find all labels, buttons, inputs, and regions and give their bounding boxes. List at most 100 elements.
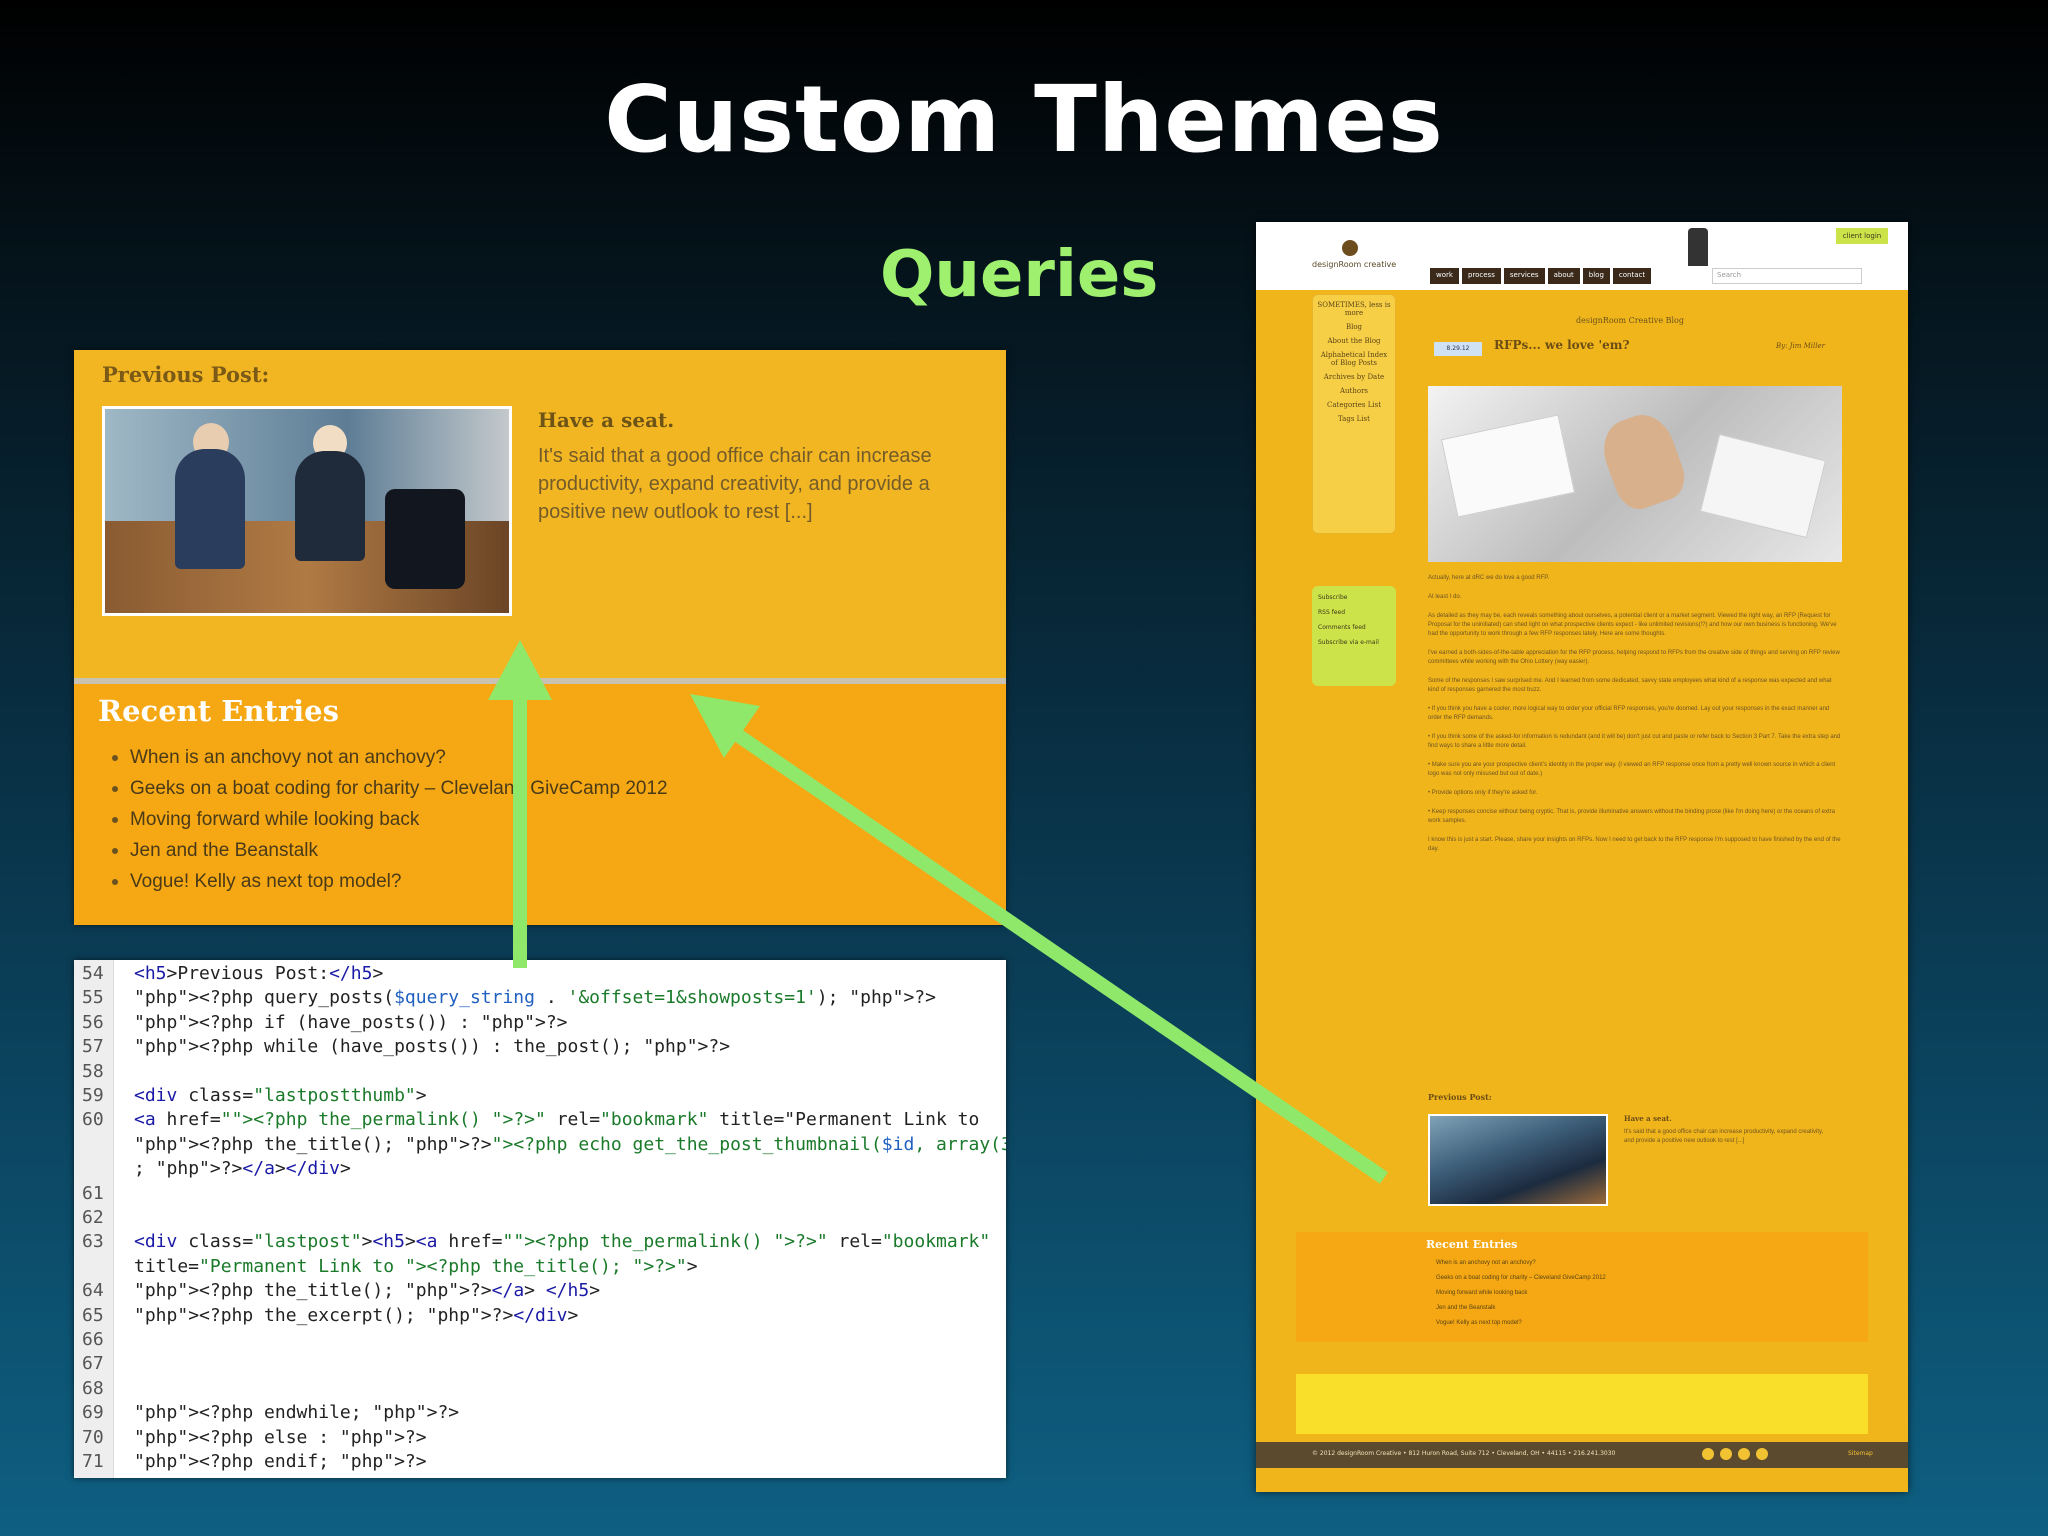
nav-item-work[interactable]: work xyxy=(1430,268,1459,284)
site-logo[interactable]: designRoom creative xyxy=(1312,240,1396,269)
nav-item-about[interactable]: about xyxy=(1547,268,1580,284)
code-line: 56 "php"><?php if (have_posts()) : "php">… xyxy=(74,1011,1006,1035)
line-number: 72 xyxy=(82,1474,112,1478)
line-number: 65 xyxy=(82,1304,104,1326)
code-line: 68 xyxy=(74,1377,1006,1401)
subscribe-box: Subscribe RSS feed Comments feed Subscri… xyxy=(1312,586,1396,686)
code-text: "php"><?php endif; "php">?> xyxy=(134,1451,427,1472)
slide-subtitle-wrap: Queries xyxy=(880,238,1170,318)
code-line: 54 <h5>Previous Post:</h5> xyxy=(74,962,1006,986)
code-text: "php"><?php query_posts($query_string . … xyxy=(134,987,936,1009)
code-text: "php"><?php the_title(); "php">?></a> </… xyxy=(134,1280,601,1302)
code-text: title="Permanent Link to "><?php the_tit… xyxy=(134,1255,698,1277)
image-hand xyxy=(1594,406,1692,516)
recent-entry-link[interactable]: Vogue! Kelly as next top model? xyxy=(1436,1316,1606,1331)
recent-entry-link[interactable]: Geeks on a boat coding for charity – Cle… xyxy=(1436,1271,1606,1286)
post-paragraph: Some of the responses I saw surprised me… xyxy=(1428,678,1832,693)
recent-entry-link[interactable]: Jen and the Beanstalk xyxy=(1436,1301,1606,1316)
sidebar-item-tags[interactable]: Tags List xyxy=(1317,415,1391,423)
sidebar-item-archives[interactable]: Archives by Date xyxy=(1317,373,1391,381)
subscribe-heading: Subscribe xyxy=(1318,594,1348,601)
recent-entry-link[interactable]: When is an anchovy not an anchovy? xyxy=(1436,1256,1606,1271)
full-page-screenshot: designRoom creative work process service… xyxy=(1256,222,1908,1492)
previous-post-thumbnail[interactable] xyxy=(102,406,512,616)
code-text: "php"><?php the_excerpt(); "php">?></div… xyxy=(134,1304,579,1326)
nav-item-services[interactable]: services xyxy=(1503,268,1545,284)
code-line: 62 xyxy=(74,1206,1006,1230)
sidebar-item-authors[interactable]: Authors xyxy=(1317,387,1391,395)
site-nav: work process services about blog contact xyxy=(1430,268,1652,284)
recent-entries-list: When is an anchovy not an anchovy? Geeks… xyxy=(1436,1256,1606,1331)
email-subscribe-link[interactable]: Subscribe via e-mail xyxy=(1318,639,1390,646)
line-number: 63 xyxy=(82,1231,104,1253)
logo-text: designRoom creative xyxy=(1312,260,1397,269)
code-text: "php"><?php the_title(); "php">?>"><?php… xyxy=(134,1133,1006,1155)
previous-post-title[interactable]: Have a seat. xyxy=(1624,1114,1672,1123)
line-number: 62 xyxy=(82,1207,104,1228)
recent-entry-link[interactable]: Jen and the Beanstalk xyxy=(112,835,668,866)
code-line: 61 xyxy=(74,1182,1006,1206)
code-line: "php"><?php the_title(); "php">?>"><?php… xyxy=(74,1133,1006,1157)
comments-feed-link[interactable]: Comments feed xyxy=(1318,624,1390,631)
sidebar-item-about[interactable]: About the Blog xyxy=(1317,337,1391,345)
post-title[interactable]: RFPs... we love 'em? xyxy=(1494,338,1630,352)
logo-mark-icon xyxy=(1342,240,1358,256)
search-input[interactable]: Search xyxy=(1712,268,1862,284)
line-number: 54 xyxy=(82,963,104,984)
code-line: 66 xyxy=(74,1328,1006,1352)
previous-post-thumbnail[interactable] xyxy=(1428,1114,1608,1206)
water-tower-icon xyxy=(1688,228,1708,266)
line-number: 69 xyxy=(82,1402,104,1424)
code-text: <div class="lastpostthumb"> xyxy=(134,1085,427,1106)
code-line: 59 <div class="lastpostthumb"> xyxy=(74,1084,1006,1108)
recent-entries-heading: Recent Entries xyxy=(98,694,339,728)
recent-entry-link[interactable]: When is an anchovy not an anchovy? xyxy=(112,742,668,773)
previous-post-area: Previous Post: Have a seat. It's said th… xyxy=(74,350,1006,678)
code-line: 71 "php"><?php endif; "php">?> xyxy=(74,1450,1006,1474)
social-icon[interactable] xyxy=(1720,1448,1732,1460)
code-line: ; "php">?></a></div> xyxy=(74,1157,1006,1181)
social-icon[interactable] xyxy=(1738,1448,1750,1460)
sidebar-item-index[interactable]: Alphabetical Index of Blog Posts xyxy=(1317,351,1391,367)
nav-item-contact[interactable]: contact xyxy=(1612,268,1652,284)
social-icon[interactable] xyxy=(1756,1448,1768,1460)
code-text: "php"><?php endwhile; "php">?> xyxy=(134,1402,460,1424)
code-line: 55 "php"><?php query_posts($query_string … xyxy=(74,986,1006,1010)
recent-entry-link[interactable]: Moving forward while looking back xyxy=(112,804,668,835)
social-icon[interactable] xyxy=(1702,1448,1714,1460)
code-line: 60 <a href=""><?php the_permalink() ">?>"… xyxy=(74,1108,1006,1132)
nav-item-blog[interactable]: blog xyxy=(1582,268,1610,284)
code-line: 63 <div class="lastpost"><h5><a href=""><… xyxy=(74,1230,1006,1254)
code-text: <h5>Previous Post:</h5> xyxy=(134,963,384,984)
recent-entries-area: Recent Entries When is an anchovy not an… xyxy=(74,684,1006,925)
code-line: 67 xyxy=(74,1352,1006,1376)
previous-post-title[interactable]: Have a seat. xyxy=(538,408,674,432)
blog-name: designRoom Creative Blog xyxy=(1576,316,1684,325)
code-line: 65 "php"><?php the_excerpt(); "php">?></d… xyxy=(74,1304,1006,1328)
sitemap-link[interactable]: Sitemap xyxy=(1848,1450,1873,1457)
sidebar-item-categories[interactable]: Categories List xyxy=(1317,401,1391,409)
footer-band xyxy=(1296,1374,1868,1434)
line-number: 59 xyxy=(82,1085,104,1106)
sidebar-item-blog[interactable]: Blog xyxy=(1317,323,1391,331)
post-author[interactable]: By: Jim Miller xyxy=(1776,342,1825,350)
line-number: 66 xyxy=(82,1329,104,1350)
nav-item-process[interactable]: process xyxy=(1461,268,1501,284)
recent-entry-link[interactable]: Vogue! Kelly as next top model? xyxy=(112,866,668,897)
rss-feed-link[interactable]: RSS feed xyxy=(1318,609,1390,616)
previous-post-heading: Previous Post: xyxy=(1428,1092,1492,1102)
recent-entry-link[interactable]: Moving forward while looking back xyxy=(1436,1286,1606,1301)
post-body: Actually, here at dRC we do love a good … xyxy=(1428,574,1842,864)
recent-entries-heading: Recent Entries xyxy=(1426,1238,1518,1251)
post-paragraph: At least I do. xyxy=(1428,594,1462,600)
post-bullet: • If you think you have a cooler, more l… xyxy=(1428,706,1830,721)
client-login-button[interactable]: client login xyxy=(1836,228,1888,244)
post-paragraph: I've earned a both-sides-of-the-table ap… xyxy=(1428,650,1840,665)
recent-entry-link[interactable]: Geeks on a boat coding for charity – Cle… xyxy=(112,773,668,804)
line-number: 70 xyxy=(82,1426,104,1448)
post-bullet: • If you think some of the asked-for inf… xyxy=(1428,734,1841,749)
line-number: 56 xyxy=(82,1011,104,1033)
previous-post-heading: Previous Post: xyxy=(102,362,270,387)
code-line: 70 "php"><?php else : "php">?> xyxy=(74,1426,1006,1450)
previous-post-excerpt: It's said that a good office chair can i… xyxy=(538,445,932,523)
